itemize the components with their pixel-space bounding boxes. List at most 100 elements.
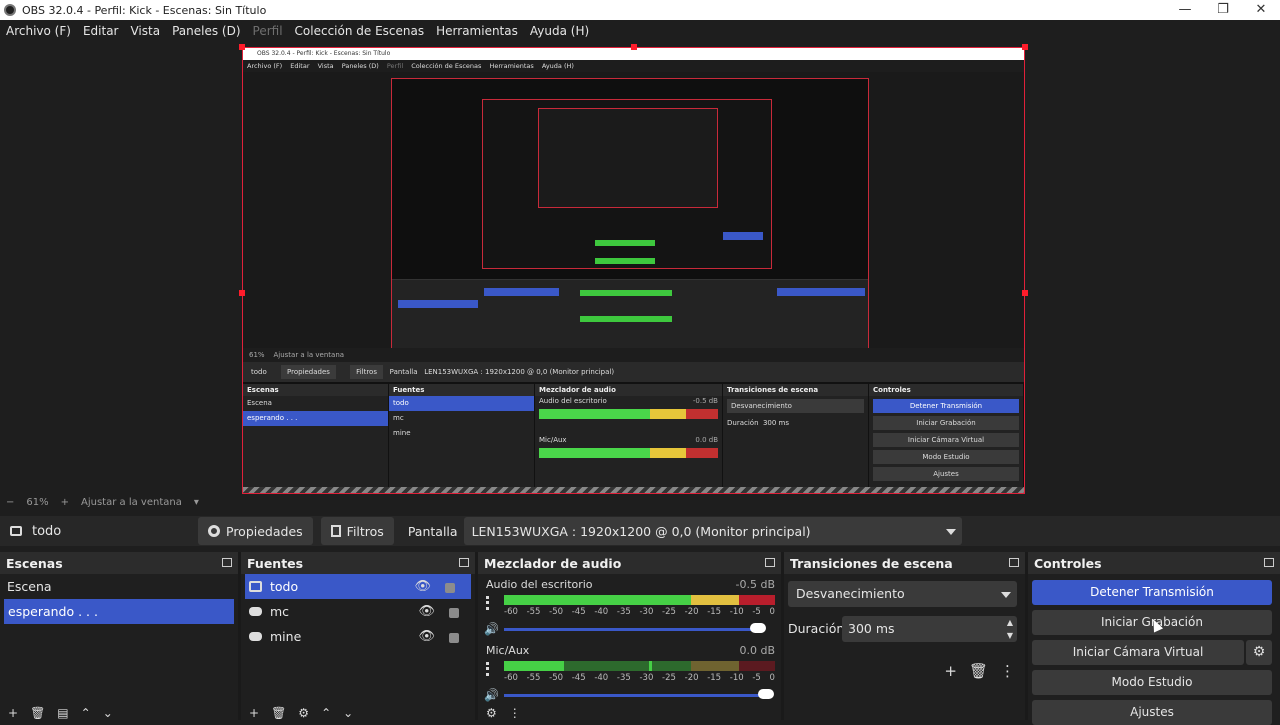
lock-icon[interactable] [449,633,459,643]
duration-input[interactable]: 300 ms ▲ ▼ [842,616,1017,642]
preview-inner-pantalla: Pantalla [389,368,418,376]
scene-item[interactable]: Escena [0,574,238,599]
maximize-button[interactable]: ❐ [1204,0,1242,20]
volume-slider-handle[interactable] [758,689,774,699]
gear-icon[interactable]: ⚙ [1246,640,1272,665]
trash-icon[interactable]: 🗑 [30,706,45,720]
monitor-select[interactable]: LEN153WUXGA : 1920x1200 @ 0,0 (Monitor p… [463,517,962,545]
more-options-icon[interactable]: ⋮ [1000,662,1015,680]
stop-stream-button[interactable]: Detener Transmisión [1032,580,1272,605]
preview-nested-2 [482,99,772,269]
filters-button[interactable]: Filtros [320,517,394,545]
channel-menu-icon[interactable] [486,662,489,676]
chevron-down-icon[interactable]: ▼ [1007,629,1013,642]
preview-inner-dock-title: Transiciones de escena [723,384,868,396]
undock-icon[interactable] [459,558,469,567]
preview-inner-scene: Escena [247,399,272,407]
start-virtual-camera-button[interactable]: Iniciar Cámara Virtual [1032,640,1244,665]
undock-icon[interactable] [1264,558,1274,567]
close-button[interactable]: ✕ [1242,0,1280,20]
zoom-out-button[interactable]: − [6,497,14,508]
tick-label: -55 [526,607,541,617]
channel-menu-icon[interactable] [486,596,489,610]
eye-icon[interactable]: 👁 [414,579,431,594]
menu-paneles[interactable]: Paneles (D) [172,24,240,38]
add-icon[interactable]: + [8,706,18,720]
settings-button[interactable]: Ajustes [1032,700,1272,725]
source-item-mc[interactable]: mc 👁 [241,599,475,624]
preview-inner-menu-item: Paneles (D) [341,62,379,70]
menu-archivo[interactable]: Archivo (F) [6,24,71,38]
preview-inner-menu-item: Herramientas [489,62,534,70]
tick-label: 0 [769,673,775,683]
eye-icon[interactable]: 👁 [418,629,435,644]
filters-label: Filtros [346,523,384,539]
filter-icon[interactable]: ▤ [57,706,68,720]
menu-ayuda[interactable]: Ayuda (H) [530,24,589,38]
add-icon[interactable]: + [944,662,957,680]
transitions-title: Transiciones de escena [790,555,953,571]
transition-select[interactable]: Desvanecimiento [788,581,1017,607]
undock-icon[interactable] [1009,558,1019,567]
preview-inner-dock-title: Mezclador de audio [535,384,722,396]
speaker-icon[interactable]: 🔊 [484,622,499,636]
preview-inner-docks: Escenas Escena esperando . . . Fuentes t… [243,384,1024,493]
preview-inner-audio-name: Mic/Aux [539,436,567,444]
volume-slider-handle[interactable] [750,623,766,633]
undock-icon[interactable] [765,558,775,567]
gear-icon[interactable]: ⚙ [298,706,309,720]
volume-slider[interactable] [504,628,765,631]
scene-item[interactable]: esperando . . . [4,599,234,624]
add-icon[interactable]: + [249,706,259,720]
preview-inner-dur-label: Duración [727,419,759,427]
studio-mode-button[interactable]: Modo Estudio [1032,670,1272,695]
trash-icon[interactable]: 🗑 [271,706,286,720]
chevron-down-icon[interactable]: ▾ [194,497,199,508]
chevron-up-icon[interactable]: ▲ [1007,616,1013,629]
properties-button[interactable]: Propiedades [198,517,313,545]
source-item-todo[interactable]: todo 👁 [245,574,471,599]
selected-source-name: todo [32,523,62,539]
volume-slider[interactable] [504,694,765,697]
resize-handle-top-left[interactable] [239,44,245,50]
preview-area[interactable]: OBS 32.0.4 - Perfil: Kick - Escenas: Sin… [0,41,1280,494]
move-down-icon[interactable]: ⌄ [343,706,353,720]
menu-coleccion-escenas[interactable]: Colección de Escenas [295,24,425,38]
eye-icon[interactable]: 👁 [418,604,435,619]
speaker-icon[interactable]: 🔊 [484,688,499,702]
undock-icon[interactable] [222,558,232,567]
tick-label: -45 [571,607,586,617]
advanced-audio-icon[interactable]: ⚙ [486,706,497,720]
chevron-down-icon [1001,592,1011,598]
menu-editar[interactable]: Editar [83,24,119,38]
move-up-icon[interactable]: ⌃ [81,706,91,720]
more-options-icon[interactable]: ⋮ [509,706,521,720]
preview-bottom-edge [243,487,1024,493]
zoom-in-button[interactable]: + [61,497,69,508]
tick-label: -20 [684,607,699,617]
transition-select-value: Desvanecimiento [796,586,905,601]
gear-icon [208,525,220,537]
sources-dock-header: Fuentes [241,552,475,574]
minimize-button[interactable]: — [1166,0,1204,20]
monitor-icon [10,526,22,536]
menu-vista[interactable]: Vista [130,24,160,38]
move-up-icon[interactable]: ⌃ [321,706,331,720]
move-down-icon[interactable]: ⌄ [103,706,113,720]
source-label: mine [270,629,302,644]
resize-handle-left[interactable] [239,290,245,296]
menu-herramientas[interactable]: Herramientas [436,24,518,38]
preview-nested-blue [777,288,865,296]
resize-handle-top-right[interactable] [1022,44,1028,50]
resize-handle-top[interactable] [631,44,637,50]
trash-icon[interactable]: 🗑 [969,662,988,680]
preview-inner-dock-title: Escenas [243,384,388,396]
preview-canvas[interactable]: OBS 32.0.4 - Perfil: Kick - Escenas: Sin… [242,47,1025,494]
lock-icon[interactable] [445,583,455,593]
zoom-fit-select[interactable]: Ajustar a la ventana [81,497,182,508]
source-item-mine[interactable]: mine 👁 [241,624,475,649]
lock-icon[interactable] [449,608,459,618]
preview-inner-menu-item: Colección de Escenas [411,62,482,70]
resize-handle-right[interactable] [1022,290,1028,296]
controls-body: Detener Transmisión Iniciar Grabación In… [1028,574,1280,725]
